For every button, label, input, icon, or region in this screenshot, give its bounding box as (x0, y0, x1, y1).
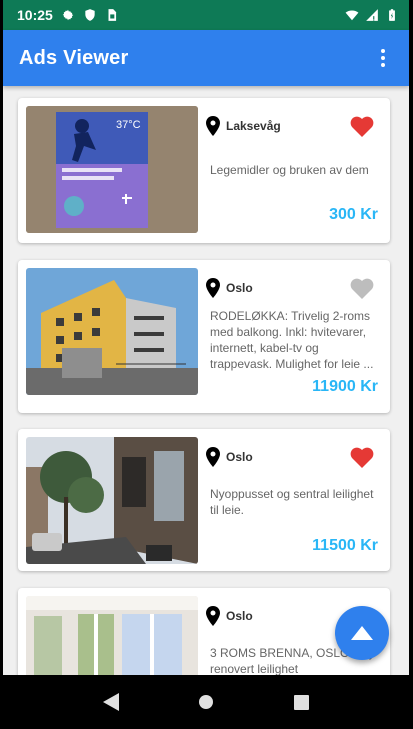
home-button[interactable] (194, 690, 218, 714)
home-icon (198, 695, 213, 709)
ad-price: 300 Kr (329, 206, 378, 223)
scroll-to-top-button[interactable] (335, 606, 389, 660)
street-view-photo (26, 437, 198, 564)
ad-location: Laksevåg (206, 116, 281, 136)
app-title: Ads Viewer (19, 46, 129, 69)
back-button[interactable] (99, 690, 123, 714)
navigation-bar (3, 675, 409, 729)
battery-icon (389, 9, 395, 21)
ad-location: Oslo (206, 606, 253, 626)
book-cover-photo: 37°C (26, 106, 198, 233)
location-label: Oslo (226, 450, 253, 464)
status-bar: 10:25 (3, 0, 409, 30)
back-icon (102, 693, 119, 711)
ad-description: Nyoppusset og sentral leilighet til leie… (210, 487, 374, 517)
overflow-menu-icon[interactable] (371, 46, 395, 70)
ad-location: Oslo (206, 447, 253, 467)
svg-text:37°C: 37°C (116, 119, 141, 131)
ad-price: 11900 Kr (312, 378, 378, 395)
location-pin-icon (206, 606, 220, 626)
ad-card[interactable]: 37°C Laksevåg Legemidler og bruken av de… (18, 98, 390, 243)
shield-icon (85, 9, 95, 21)
location-label: Oslo (226, 609, 253, 623)
ad-price: 11500 Kr (312, 537, 378, 554)
bright-room-photo (26, 596, 198, 675)
ad-description: Legemidler og bruken av dem (210, 163, 369, 177)
ads-list[interactable]: 37°C Laksevåg Legemidler og bruken av de… (3, 86, 409, 675)
recents-icon (293, 694, 309, 710)
cell-signal-icon (366, 9, 378, 21)
gear-icon (62, 9, 74, 21)
wifi-icon (345, 10, 359, 21)
apartment-building-photo (26, 268, 198, 395)
status-left: 10:25 (17, 7, 119, 23)
status-right (345, 8, 399, 22)
heart-icon-favorite[interactable] (350, 116, 374, 138)
ad-card[interactable]: Oslo RODELØKKA: Trivelig 2-roms med balk… (18, 260, 390, 413)
heart-icon[interactable] (350, 278, 374, 300)
location-pin-icon (206, 278, 220, 298)
location-label: Oslo (226, 281, 253, 295)
app-bar: Ads Viewer (3, 30, 409, 86)
ad-description: RODELØKKA: Trivelig 2-roms med balkong. … (210, 309, 374, 371)
location-pin-icon (206, 447, 220, 467)
status-time: 10:25 (17, 7, 53, 23)
ad-location: Oslo (206, 278, 253, 298)
location-pin-icon (206, 116, 220, 136)
ad-card[interactable]: Oslo Nyoppusset og sentral leilighet til… (18, 429, 390, 571)
phone-screen: 10:25 Ads Viewer 37°C Laksevåg Legemidle… (3, 0, 409, 729)
recents-button[interactable] (289, 690, 313, 714)
arrow-up-icon (351, 626, 373, 640)
heart-icon-favorite[interactable] (350, 447, 374, 469)
location-label: Laksevåg (226, 119, 281, 133)
sim-card-icon (108, 9, 116, 21)
